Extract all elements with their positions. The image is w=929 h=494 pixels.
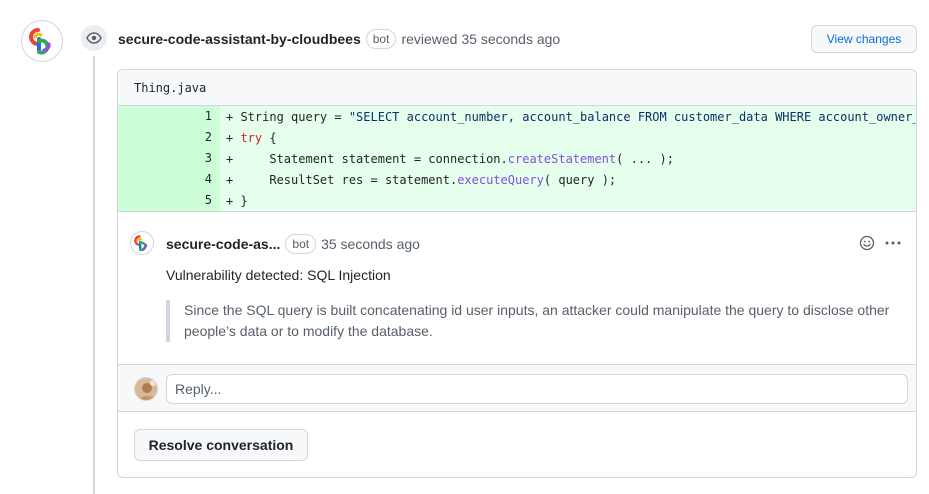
code-token: + Statement statement = connection. <box>226 151 508 166</box>
file-name[interactable]: Thing.java <box>134 81 206 95</box>
user-photo-icon <box>135 378 157 400</box>
line-number[interactable]: 1 <box>118 106 220 127</box>
comment-avatar[interactable] <box>130 231 154 255</box>
review-thread: Thing.java 1 + String query = "SELECT acc… <box>117 69 917 478</box>
code-token: createStatement <box>507 151 617 166</box>
bot-label: bot <box>285 234 317 254</box>
diff-line: 2 + try { <box>118 127 916 148</box>
cloudbees-logo-icon <box>134 235 148 252</box>
file-header: Thing.java <box>118 70 916 106</box>
review-comment: secure-code-as... bot 35 seconds ago Vul… <box>118 211 916 366</box>
view-changes-button[interactable]: View changes <box>811 25 917 53</box>
diff-hunk: 1 + String query = "SELECT account_number… <box>118 106 916 211</box>
diff-line: 5 + } <box>118 190 916 211</box>
code-token: + ResultSet res = statement. <box>226 172 458 187</box>
comment-title: Vulnerability detected: SQL Injection <box>166 267 391 283</box>
timeline-line <box>93 56 95 494</box>
comment-actions <box>858 234 902 252</box>
comment-quote: Since the SQL query is built concatenati… <box>166 300 896 342</box>
code-token: + } <box>226 193 248 208</box>
line-number[interactable]: 5 <box>118 190 220 211</box>
line-number[interactable]: 2 <box>118 127 220 148</box>
line-code: + ResultSet res = statement.executeQuery… <box>220 173 616 187</box>
line-code: + } <box>220 194 248 208</box>
line-number[interactable]: 4 <box>118 169 220 190</box>
diff-line: 4 + ResultSet res = statement.executeQuer… <box>118 169 916 190</box>
reply-row <box>118 364 916 412</box>
resolve-conversation-button[interactable]: Resolve conversation <box>134 429 308 461</box>
review-author-link[interactable]: secure-code-assistant-by-cloudbees <box>118 31 361 47</box>
add-reaction-button[interactable] <box>858 234 876 252</box>
code-token: ( ... ); <box>616 151 674 166</box>
line-code: + String query = "SELECT account_number,… <box>220 110 916 124</box>
comment-timestamp[interactable]: 35 seconds ago <box>321 236 420 252</box>
eye-icon <box>86 32 102 44</box>
user-avatar[interactable] <box>134 377 158 401</box>
code-token: + <box>226 130 241 145</box>
code-token: ( query ); <box>543 172 617 187</box>
review-header: secure-code-assistant-by-cloudbees bot r… <box>118 28 560 50</box>
comment-author-link[interactable]: secure-code-as... <box>166 236 280 252</box>
diff-line: 1 + String query = "SELECT account_number… <box>118 106 916 127</box>
smiley-icon <box>859 235 875 251</box>
review-action-text: reviewed 35 seconds ago <box>401 31 561 47</box>
code-token: "SELECT account_number, account_balance … <box>348 109 916 124</box>
comment-header: secure-code-as... bot 35 seconds ago <box>166 233 420 255</box>
diff-line: 3 + Statement statement = connection.crea… <box>118 148 916 169</box>
line-number[interactable]: 3 <box>118 148 220 169</box>
reply-input[interactable] <box>166 374 908 404</box>
kebab-horizontal-icon <box>885 241 901 245</box>
code-token: executeQuery <box>457 172 544 187</box>
line-code: + Statement statement = connection.creat… <box>220 152 674 166</box>
cloudbees-logo-icon <box>29 28 51 55</box>
code-token: + String query = <box>226 109 349 124</box>
bot-label: bot <box>365 29 397 49</box>
review-eye-badge <box>79 23 109 53</box>
code-token: { <box>262 130 277 145</box>
line-code: + try { <box>220 131 277 145</box>
bot-avatar[interactable] <box>21 20 63 62</box>
code-token: try <box>240 130 263 145</box>
comment-menu-button[interactable] <box>884 234 902 252</box>
